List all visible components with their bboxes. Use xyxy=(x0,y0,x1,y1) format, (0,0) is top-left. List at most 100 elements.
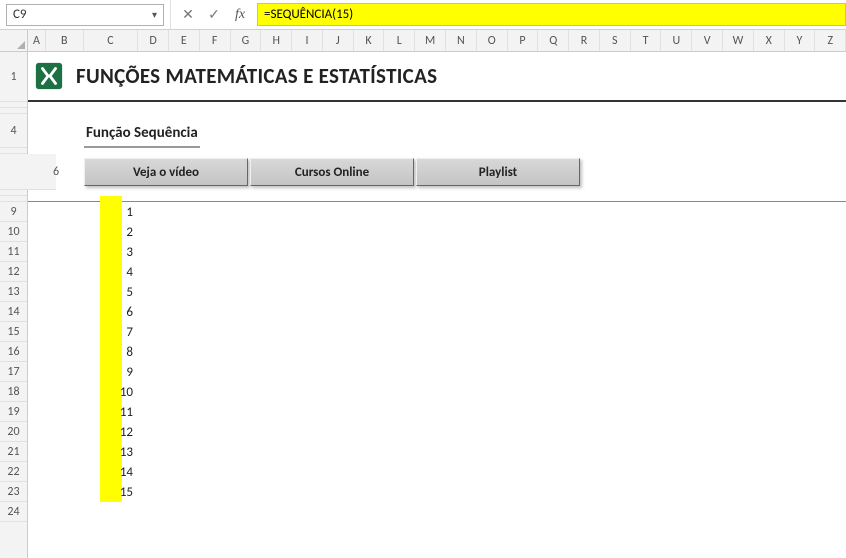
col-header[interactable]: U xyxy=(661,30,692,51)
data-row[interactable]: 4 xyxy=(28,262,846,282)
row-header[interactable]: 18 xyxy=(0,382,27,402)
col-header[interactable]: K xyxy=(354,30,385,51)
col-header[interactable]: I xyxy=(292,30,323,51)
section-subtitle: Função Sequência xyxy=(84,124,200,148)
name-box-value: C9 xyxy=(13,7,27,22)
subtitle-row: Função Sequência xyxy=(28,114,846,148)
cell-c[interactable]: 1 xyxy=(84,202,139,222)
col-header[interactable]: X xyxy=(754,30,785,51)
cell-c[interactable]: 15 xyxy=(84,482,139,502)
accept-icon[interactable]: ✓ xyxy=(205,8,223,22)
col-header[interactable]: O xyxy=(477,30,508,51)
highlight-top xyxy=(100,196,122,202)
cell-c[interactable]: 2 xyxy=(84,222,139,242)
data-row[interactable]: 10 xyxy=(28,382,846,402)
cell-c[interactable]: 7 xyxy=(84,322,139,342)
row-header[interactable]: 14 xyxy=(0,302,27,322)
playlist-button[interactable]: Playlist xyxy=(416,158,580,186)
row-header[interactable]: 24 xyxy=(0,502,27,522)
data-row[interactable]: 13 xyxy=(28,442,846,462)
col-header[interactable]: J xyxy=(323,30,354,51)
data-row[interactable]: 1 xyxy=(28,202,846,222)
name-box[interactable]: C9 ▾ xyxy=(6,4,164,26)
col-header[interactable]: R xyxy=(569,30,600,51)
formula-bar: C9 ▾ ✕ ✓ fx =SEQUÊNCIA(15) xyxy=(0,0,846,30)
row-header[interactable]: 13 xyxy=(0,282,27,302)
cell-c[interactable]: 12 xyxy=(84,422,139,442)
col-header[interactable]: V xyxy=(692,30,723,51)
data-row[interactable]: 11 xyxy=(28,402,846,422)
col-header[interactable]: D xyxy=(138,30,169,51)
cell-c[interactable]: 10 xyxy=(84,382,139,402)
cell-c[interactable]: 8 xyxy=(84,342,139,362)
col-header[interactable]: H xyxy=(261,30,292,51)
col-header[interactable]: P xyxy=(508,30,539,51)
row-header[interactable]: 16 xyxy=(0,342,27,362)
data-row[interactable]: 2 xyxy=(28,222,846,242)
col-header[interactable]: S xyxy=(600,30,631,51)
name-box-wrap: C9 ▾ xyxy=(0,0,170,29)
data-row[interactable]: 3 xyxy=(28,242,846,262)
data-row[interactable]: 14 xyxy=(28,462,846,482)
col-header[interactable]: T xyxy=(631,30,662,51)
row-header[interactable]: 17 xyxy=(0,362,27,382)
cell-c[interactable]: 4 xyxy=(84,262,139,282)
row-headers: 1 4 6 9 10 11 12 13 14 15 16 17 18 19 20… xyxy=(0,30,28,558)
chevron-down-icon[interactable]: ▾ xyxy=(152,8,157,21)
sheet-body[interactable]: FUNÇÕES MATEMÁTICAS E ESTATÍSTICAS Funçã… xyxy=(28,52,846,558)
cells-area[interactable]: A B C D E F G H I J K L M N O P Q R S T … xyxy=(28,30,846,558)
col-header[interactable]: Q xyxy=(538,30,569,51)
row-header[interactable]: 9 xyxy=(0,202,27,222)
fx-icon[interactable]: fx xyxy=(231,8,249,22)
data-row[interactable]: 9 xyxy=(28,362,846,382)
col-header[interactable]: W xyxy=(723,30,754,51)
select-all-corner[interactable] xyxy=(0,30,27,52)
formula-bar-buttons: ✕ ✓ fx xyxy=(170,0,257,29)
col-header[interactable]: N xyxy=(446,30,477,51)
row-header[interactable]: 1 xyxy=(0,52,27,102)
cell-c[interactable]: 13 xyxy=(84,442,139,462)
cell-c[interactable]: 5 xyxy=(84,282,139,302)
cell-c[interactable]: 14 xyxy=(84,462,139,482)
row-header[interactable]: 11 xyxy=(0,242,27,262)
cell-c[interactable]: 6 xyxy=(84,302,139,322)
col-header[interactable]: B xyxy=(46,30,84,51)
data-row[interactable]: 7 xyxy=(28,322,846,342)
formula-input[interactable]: =SEQUÊNCIA(15) xyxy=(257,3,846,26)
row-header[interactable]: 12 xyxy=(0,262,27,282)
row-header[interactable]: 15 xyxy=(0,322,27,342)
col-header[interactable]: G xyxy=(231,30,262,51)
data-row[interactable]: 15 xyxy=(28,482,846,502)
row-header[interactable]: 4 xyxy=(0,114,27,148)
row-24[interactable] xyxy=(28,502,846,522)
row-header[interactable]: 10 xyxy=(0,222,27,242)
data-row[interactable]: 5 xyxy=(28,282,846,302)
col-header[interactable]: Y xyxy=(785,30,816,51)
col-header[interactable]: M xyxy=(415,30,446,51)
col-header[interactable]: A xyxy=(28,30,46,51)
col-header[interactable]: E xyxy=(169,30,200,51)
cancel-icon[interactable]: ✕ xyxy=(179,8,197,22)
data-row[interactable]: 8 xyxy=(28,342,846,362)
cursos-button[interactable]: Cursos Online xyxy=(250,158,414,186)
data-row[interactable]: 6 xyxy=(28,302,846,322)
col-header[interactable]: C xyxy=(84,30,139,51)
title-row: FUNÇÕES MATEMÁTICAS E ESTATÍSTICAS xyxy=(28,52,846,102)
col-header[interactable]: Z xyxy=(815,30,846,51)
row-header[interactable]: 21 xyxy=(0,442,27,462)
excel-logo-icon xyxy=(34,61,64,91)
page-title: FUNÇÕES MATEMÁTICAS E ESTATÍSTICAS xyxy=(76,63,437,89)
row-header[interactable]: 23 xyxy=(0,482,27,502)
data-row[interactable]: 12 xyxy=(28,422,846,442)
cell-c[interactable]: 11 xyxy=(84,402,139,422)
col-header[interactable]: L xyxy=(384,30,415,51)
button-row: Veja o vídeo Cursos Online Playlist xyxy=(28,154,846,190)
cell-c[interactable]: 9 xyxy=(84,362,139,382)
video-button[interactable]: Veja o vídeo xyxy=(84,158,248,186)
col-header[interactable]: F xyxy=(200,30,231,51)
row-header[interactable]: 20 xyxy=(0,422,27,442)
column-headers: A B C D E F G H I J K L M N O P Q R S T … xyxy=(28,30,846,52)
cell-c[interactable]: 3 xyxy=(84,242,139,262)
row-header[interactable]: 22 xyxy=(0,462,27,482)
row-header[interactable]: 19 xyxy=(0,402,27,422)
